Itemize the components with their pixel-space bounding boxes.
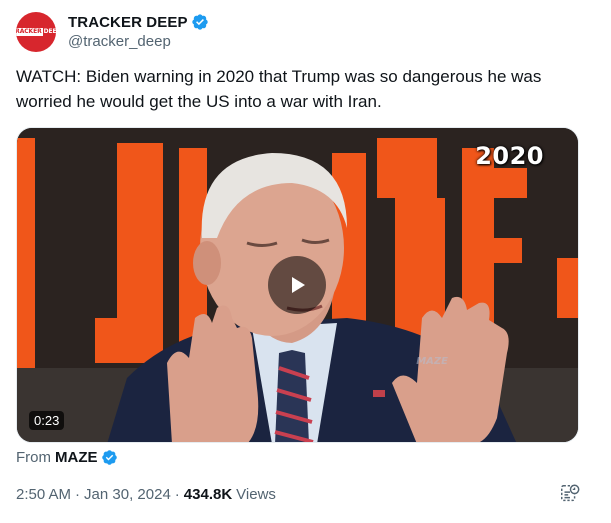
views-count: 434.8K [183, 486, 233, 503]
name-row: TRACKER DEEP [68, 13, 209, 31]
verified-badge-icon [191, 14, 208, 30]
tweet-meta: 2:50 AM · Jan 30, 2024 · 434.8K Views [16, 486, 276, 503]
separator-dot: · [75, 486, 81, 503]
handle[interactable]: @tracker_deep [68, 33, 209, 50]
avatar-logo-text-a: TRACKER [16, 28, 43, 36]
video-watermark: MAZE [416, 356, 448, 367]
display-name[interactable]: TRACKER DEEP [68, 14, 188, 31]
analytics-icon[interactable] [559, 483, 581, 505]
source-from-label: From [16, 449, 51, 466]
source-name-link[interactable]: MAZE [55, 449, 98, 466]
avatar-logo-text-b: DEEP [43, 28, 56, 35]
tweet-time[interactable]: 2:50 AM [16, 486, 71, 503]
separator-dot: · [174, 486, 180, 503]
year-overlay: 2020 [475, 142, 544, 170]
video-source: From MAZE [16, 449, 118, 466]
video-duration: 0:23 [29, 411, 65, 430]
video-player[interactable]: 2020 MAZE 0:23 [16, 127, 579, 443]
avatar[interactable]: TRACKERDEEP [16, 12, 56, 52]
views-label: Views [236, 486, 276, 503]
tweet-date[interactable]: Jan 30, 2024 [84, 486, 171, 503]
verified-badge-icon [101, 450, 117, 465]
play-button[interactable] [268, 256, 326, 314]
play-icon [292, 277, 305, 293]
author-names: TRACKER DEEP @tracker_deep [68, 13, 209, 50]
tweet-header: TRACKERDEEP TRACKER DEEP @tracker_deep [16, 12, 209, 52]
tweet-text: WATCH: Biden warning in 2020 that Trump … [16, 67, 542, 111]
avatar-logo: TRACKERDEEP [16, 28, 56, 36]
tweet-card: TRACKERDEEP TRACKER DEEP @tracker_deep W… [0, 0, 611, 523]
